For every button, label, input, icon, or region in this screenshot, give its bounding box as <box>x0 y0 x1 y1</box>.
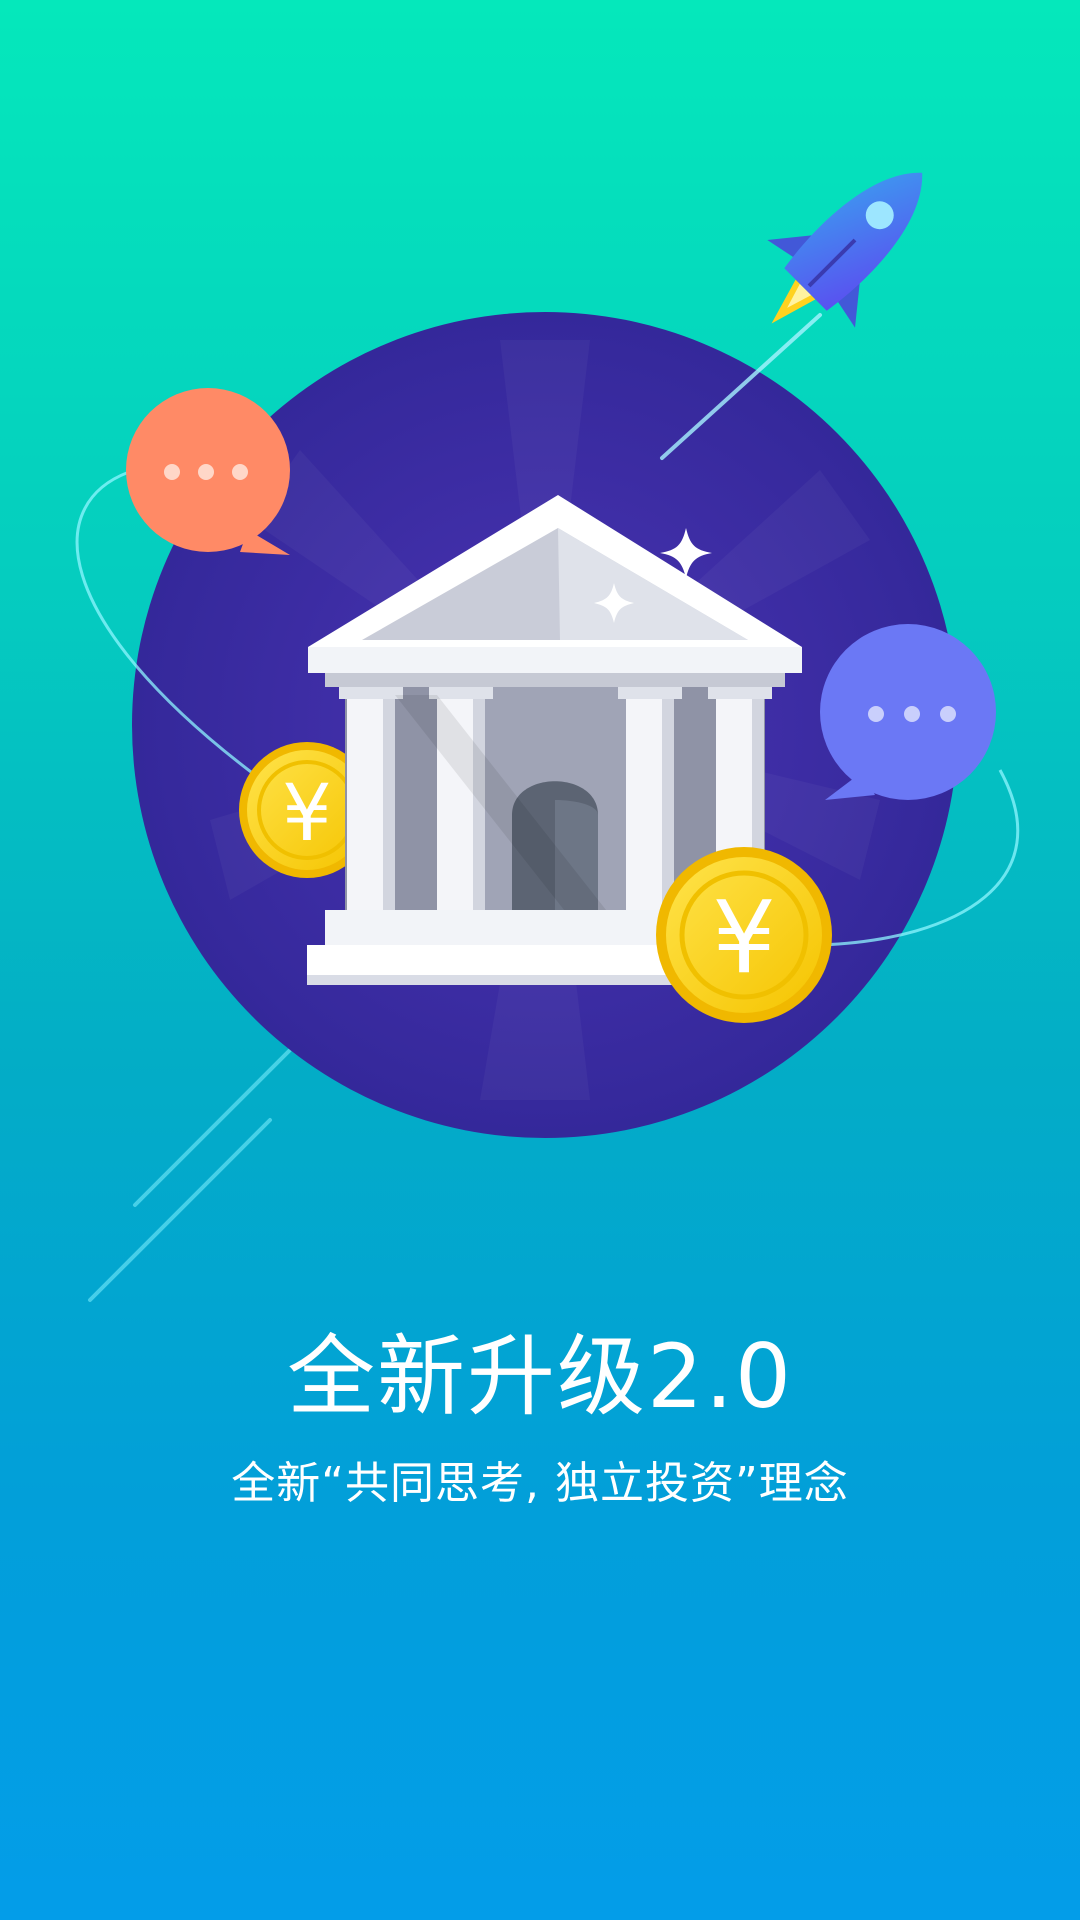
light-streaks <box>88 1018 322 1302</box>
coin-glyph: ¥ <box>712 879 776 996</box>
splash-screen: ¥ ¥ 全新升级2.0 全新“共同思考, 独立投资”理念 <box>0 0 1080 1920</box>
rocket-icon <box>767 172 923 328</box>
coin-glyph: ¥ <box>282 769 332 859</box>
splash-subtitle: 全新“共同思考, 独立投资”理念 <box>231 1458 849 1509</box>
hero-illustration: ¥ ¥ <box>75 172 1020 1302</box>
splash-headline: 全新升级2.0 <box>287 1325 793 1428</box>
speech-bubble-icon <box>820 624 996 800</box>
yuan-coin-icon: ¥ <box>656 847 832 1023</box>
